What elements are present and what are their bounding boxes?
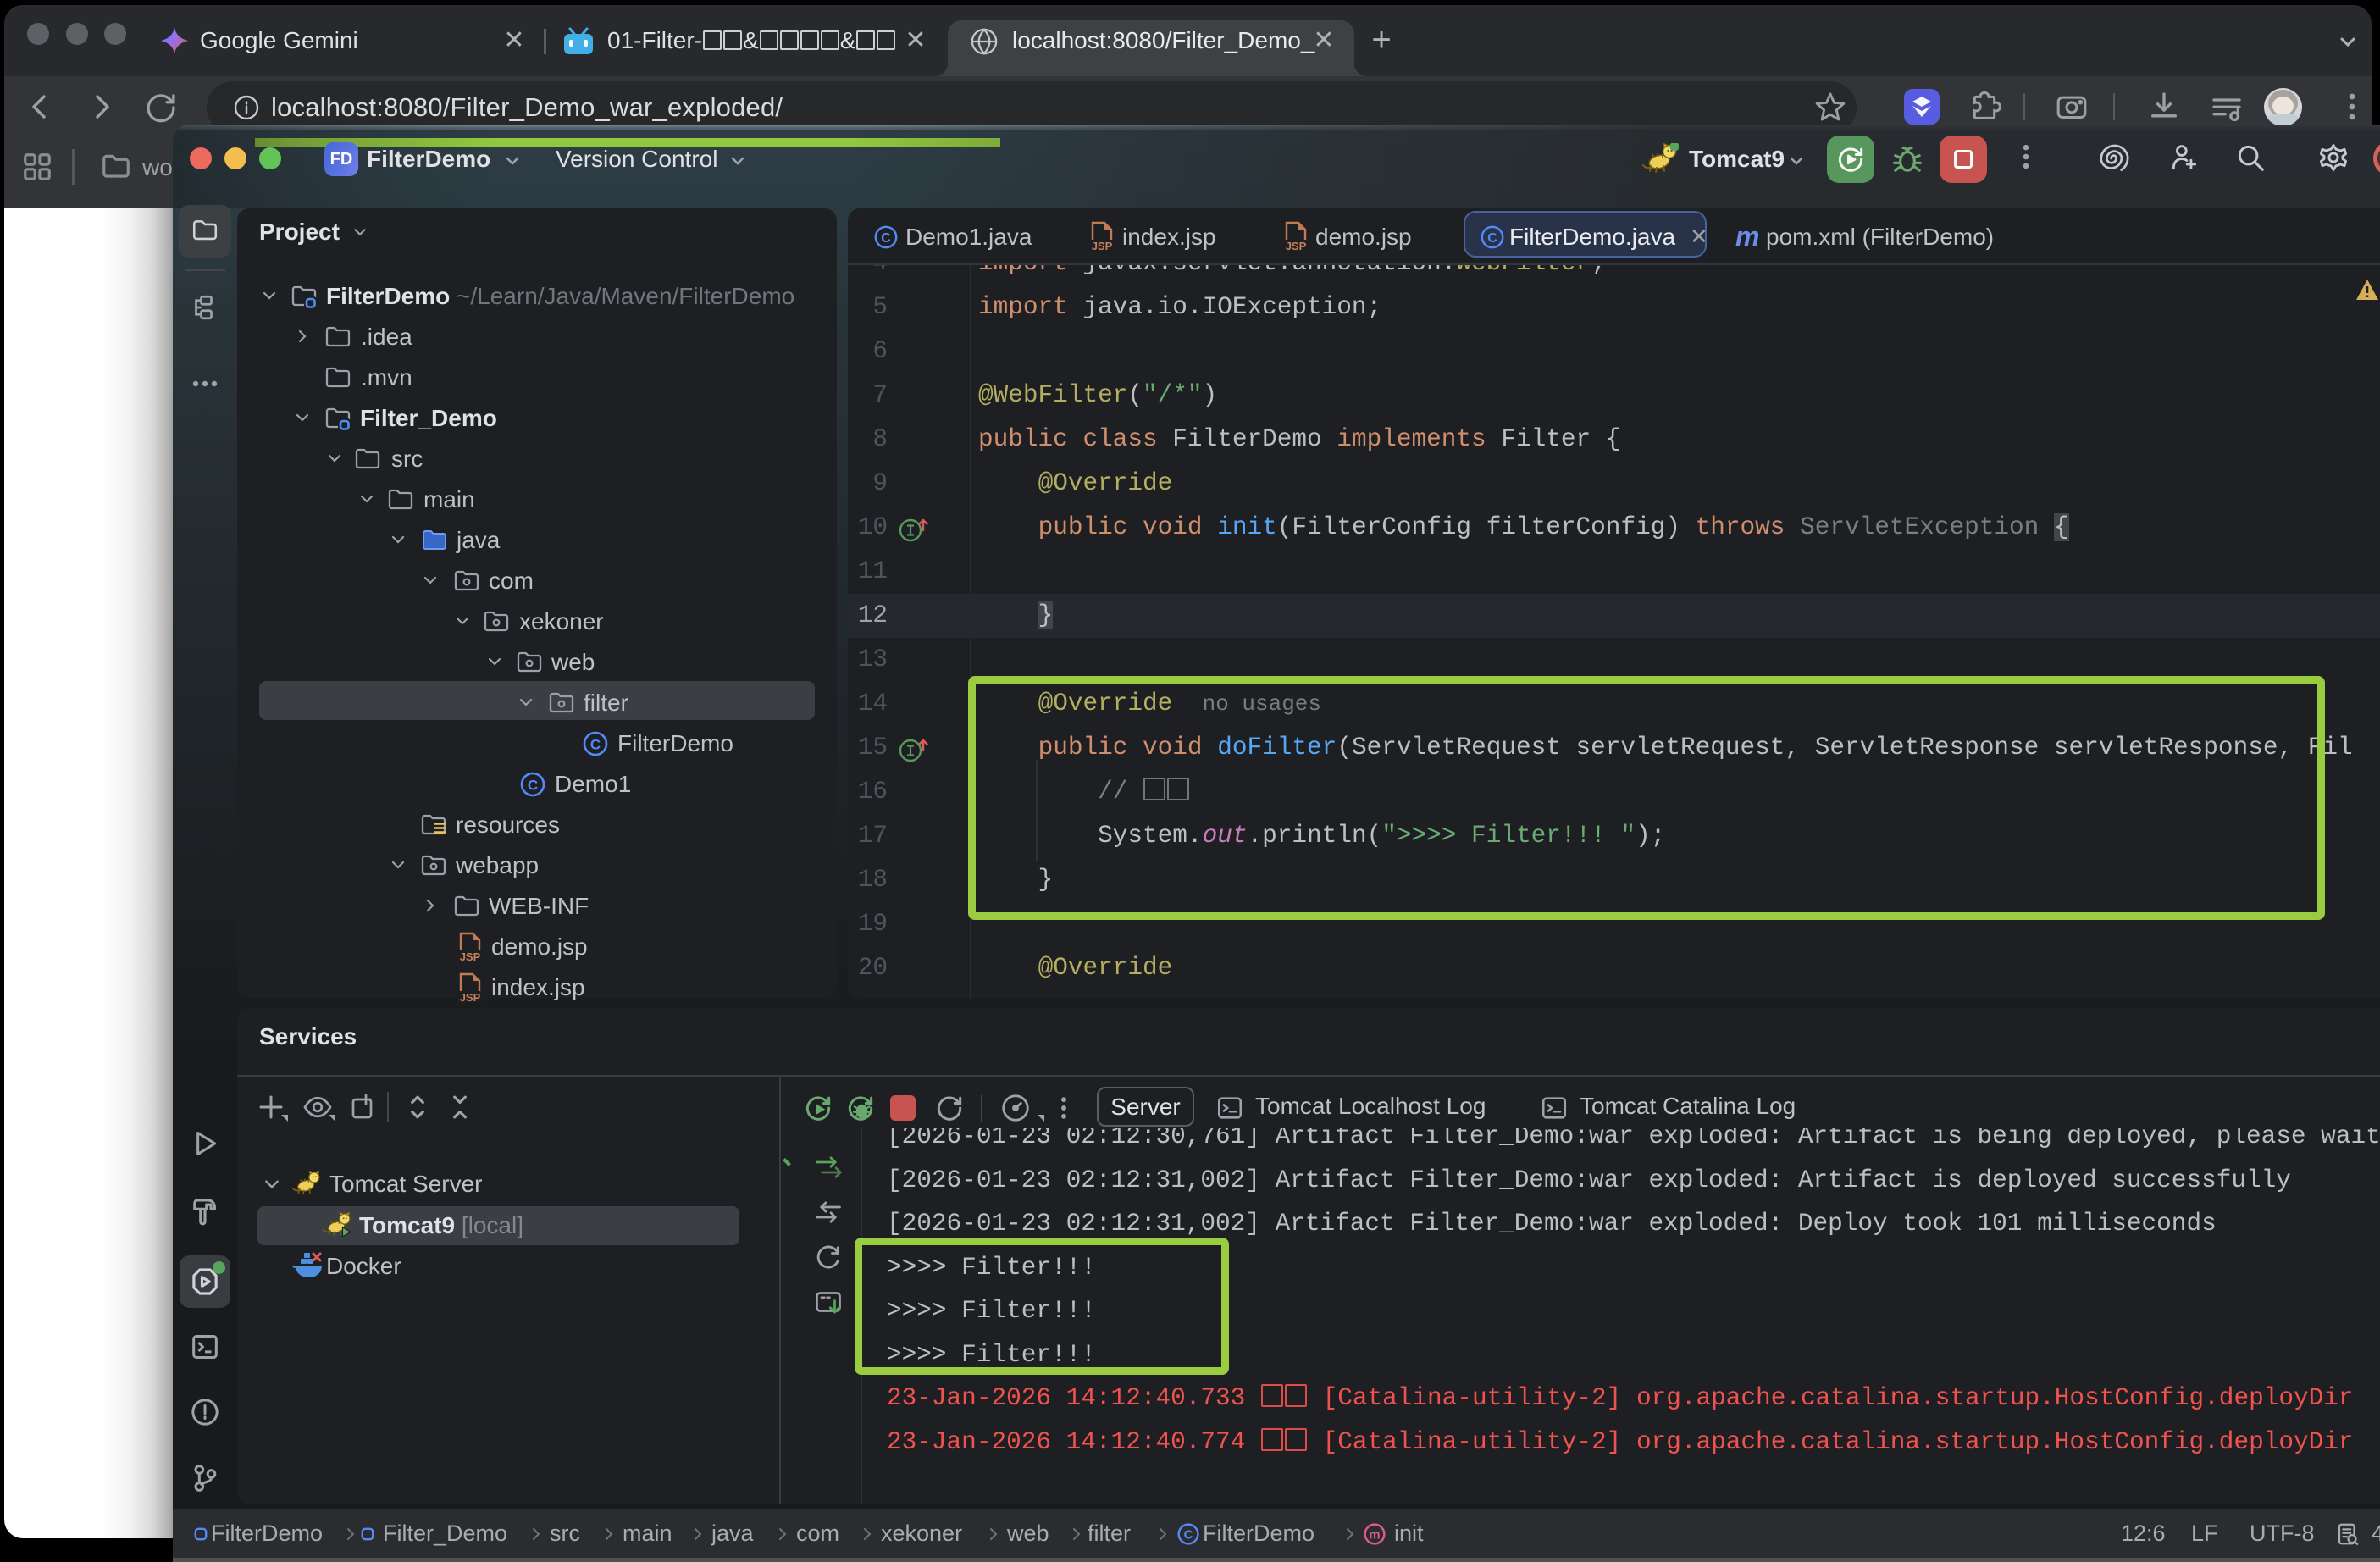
svg-text:C: C	[590, 737, 601, 753]
svg-text:JSP: JSP	[1286, 240, 1307, 252]
svg-text:m: m	[1369, 1529, 1380, 1543]
svg-text:C: C	[881, 231, 891, 246]
svg-text:C: C	[1184, 1529, 1193, 1543]
svg-text:JSP: JSP	[460, 950, 481, 963]
svg-text:JSP: JSP	[460, 991, 481, 1004]
svg-text:C: C	[1487, 231, 1497, 246]
svg-text:JSP: JSP	[1092, 240, 1113, 252]
svg-text:C: C	[528, 778, 538, 794]
